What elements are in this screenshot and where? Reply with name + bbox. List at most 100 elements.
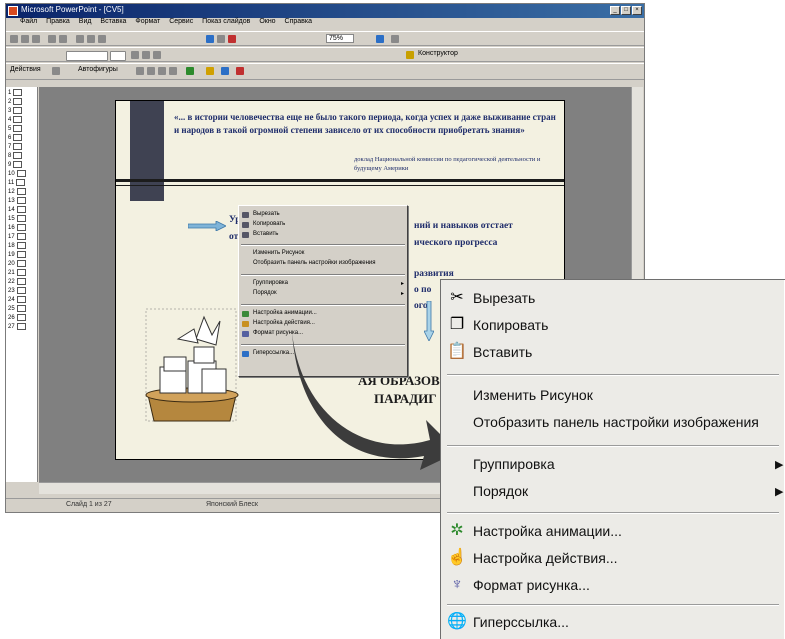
small-menu-show-toolbar[interactable]: Отобразить панель настройки изображения [253, 260, 376, 266]
outline-slide-row[interactable]: 23 [8, 287, 26, 294]
outline-slide-row[interactable]: 10 [8, 170, 26, 177]
outline-slide-row[interactable]: 9 [8, 161, 23, 168]
outline-slide-row[interactable]: 5 [8, 125, 23, 132]
menu-item-action-settings[interactable]: Настройка действия... [473, 550, 618, 566]
outline-slide-row[interactable]: 15 [8, 215, 26, 222]
menu-slideshow[interactable]: Показ слайдов [202, 18, 250, 25]
clipart-icon[interactable] [186, 67, 194, 75]
close-button[interactable]: × [632, 6, 642, 15]
new-icon[interactable] [10, 35, 18, 43]
small-menu-copy[interactable]: Копировать [253, 221, 285, 227]
line-icon[interactable] [136, 67, 144, 75]
table-icon[interactable] [217, 35, 225, 43]
menu-item-show-picture-toolbar[interactable]: Отобразить панель настройки изображения [473, 414, 759, 430]
animation-icon [242, 311, 249, 317]
window-title: Microsoft PowerPoint - [CV5] [21, 5, 124, 14]
outline-slide-row[interactable]: 20 [8, 260, 26, 267]
menu-item-edit-picture[interactable]: Изменить Рисунок [473, 387, 593, 403]
menu-item-copy[interactable]: Копировать [473, 317, 548, 333]
help-icon[interactable] [391, 35, 399, 43]
tables-icon[interactable] [228, 35, 236, 43]
outline-slide-row[interactable]: 4 [8, 116, 23, 123]
outline-slide-row[interactable]: 14 [8, 206, 26, 213]
menu-edit[interactable]: Правка [46, 18, 70, 25]
outline-slide-row[interactable]: 18 [8, 242, 26, 249]
outline-slide-row[interactable]: 13 [8, 197, 26, 204]
actions-menu[interactable]: Действия [10, 66, 41, 73]
outline-slide-row[interactable]: 21 [8, 269, 26, 276]
menu-view[interactable]: Вид [79, 18, 92, 25]
menu-window[interactable]: Окно [259, 18, 275, 25]
small-menu-animation[interactable]: Настройка анимации... [253, 310, 317, 316]
outline-slide-row[interactable]: 25 [8, 305, 26, 312]
cut-icon[interactable] [76, 35, 84, 43]
outline-slide-row[interactable]: 19 [8, 251, 26, 258]
outline-pane[interactable]: 1 2 3 4 5 6 7 8 9 10 11 12 13 14 15 16 1… [6, 87, 38, 482]
designer-icon[interactable] [406, 51, 414, 59]
chart-icon[interactable] [206, 35, 214, 43]
minimize-button[interactable]: _ [610, 6, 620, 15]
open-icon[interactable] [21, 35, 29, 43]
menu-item-cut[interactable]: Вырезать [473, 290, 535, 306]
small-menu-paste[interactable]: Вставить [253, 231, 278, 237]
italic-icon[interactable] [142, 51, 150, 59]
outline-slide-row[interactable]: 24 [8, 296, 26, 303]
underline-icon[interactable] [153, 51, 161, 59]
menu-item-paste[interactable]: Вставить [473, 344, 532, 360]
menu-format[interactable]: Формат [135, 18, 160, 25]
outline-slide-row[interactable]: 16 [8, 224, 26, 231]
outline-slide-row[interactable]: 11 [8, 179, 26, 186]
outline-slide-row[interactable]: 6 [8, 134, 23, 141]
autoshapes-menu[interactable]: Автофигуры [78, 66, 118, 73]
font-color-icon[interactable] [236, 67, 244, 75]
drawing-toolbar: Действия Автофигуры [6, 63, 644, 80]
arrow-icon[interactable] [147, 67, 155, 75]
font-size-select[interactable] [110, 51, 126, 61]
paste-icon: 📋 [447, 343, 467, 360]
outline-slide-row[interactable]: 27 [8, 323, 26, 330]
print-icon[interactable] [48, 35, 56, 43]
menu-item-custom-animation[interactable]: Настройка анимации... [473, 523, 622, 539]
clipart-desk-papers-image[interactable] [138, 299, 246, 431]
zoom-select[interactable]: 75% [326, 34, 355, 43]
menu-bar: Файл Правка Вид Вставка Формат Сервис По… [6, 18, 644, 30]
menu-help[interactable]: Справка [285, 18, 312, 25]
save-icon[interactable] [32, 35, 40, 43]
rectangle-icon[interactable] [158, 67, 166, 75]
outline-slide-row[interactable]: 22 [8, 278, 26, 285]
paste-icon[interactable] [98, 35, 106, 43]
menu-insert[interactable]: Вставка [100, 18, 126, 25]
outline-slide-row[interactable]: 3 [8, 107, 23, 114]
menu-item-hyperlink[interactable]: Гиперссылка... [473, 614, 569, 630]
action-icon [242, 321, 249, 327]
outline-slide-row[interactable]: 26 [8, 314, 26, 321]
slide-quote-source: доклад Национальной комиссии по педагоги… [354, 156, 541, 172]
copy-icon[interactable] [87, 35, 95, 43]
outline-slide-row[interactable]: 8 [8, 152, 23, 159]
menu-item-order[interactable]: Порядок [473, 483, 528, 499]
color-icon[interactable] [376, 35, 384, 43]
select-arrow-icon[interactable] [52, 67, 60, 75]
designer-button[interactable]: Конструктор [418, 50, 458, 57]
powerpoint-app-icon [8, 6, 18, 16]
small-menu-edit-picture[interactable]: Изменить Рисунок [253, 250, 304, 256]
outline-slide-row[interactable]: 12 [8, 188, 26, 195]
menu-tools[interactable]: Сервис [169, 18, 193, 25]
maximize-button[interactable]: □ [621, 6, 631, 15]
menu-item-grouping[interactable]: Группировка [473, 456, 555, 472]
small-menu-order[interactable]: Порядок [253, 290, 277, 296]
outline-slide-row[interactable]: 2 [8, 98, 23, 105]
small-menu-cut[interactable]: Вырезать [253, 211, 280, 217]
outline-slide-row[interactable]: 7 [8, 143, 23, 150]
preview-icon[interactable] [59, 35, 67, 43]
line-color-icon[interactable] [221, 67, 229, 75]
font-select[interactable] [66, 51, 108, 61]
outline-slide-row[interactable]: 1 [8, 89, 23, 96]
fill-color-icon[interactable] [206, 67, 214, 75]
bold-icon[interactable] [131, 51, 139, 59]
outline-slide-row[interactable]: 17 [8, 233, 26, 240]
menu-file[interactable]: Файл [20, 18, 37, 25]
oval-icon[interactable] [169, 67, 177, 75]
menu-item-format-picture[interactable]: Формат рисунка... [473, 577, 590, 593]
small-menu-grouping[interactable]: Группировка [253, 280, 288, 286]
